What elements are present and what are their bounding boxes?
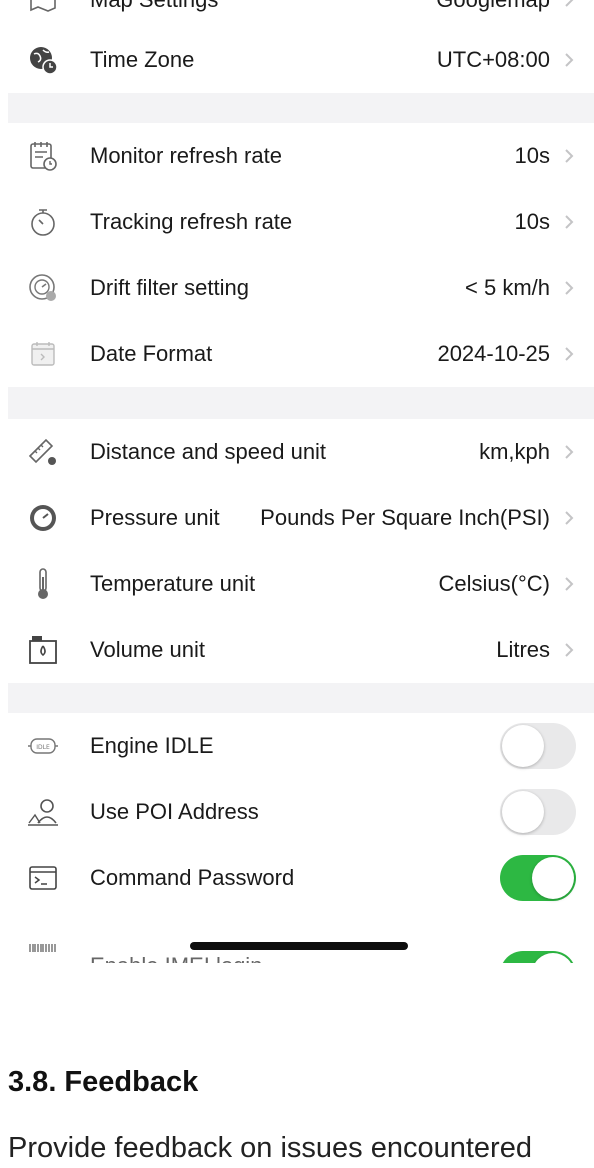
home-indicator (190, 942, 408, 950)
distance-speed-unit-row[interactable]: Distance and speed unit km,kph (8, 419, 594, 485)
toggle-knob (532, 953, 574, 963)
distance-speed-unit-label: Distance and speed unit (90, 439, 327, 464)
svg-text:IDLE: IDLE (36, 744, 50, 751)
monitor-refresh-rate-value: 10s (514, 143, 550, 168)
chevron-right-icon (564, 510, 576, 526)
drift-filter-row[interactable]: Drift filter setting < 5 km/h (8, 255, 594, 321)
map-settings-label: Map Settings (90, 0, 218, 13)
use-poi-address-label: Use POI Address (90, 799, 259, 824)
toggle-knob (532, 857, 574, 899)
map-settings-value: Googlemap (436, 0, 550, 13)
toggle-knob (502, 791, 544, 833)
section-separator (8, 93, 594, 123)
command-password-label: Command Password (90, 865, 295, 890)
barcode-icon (26, 927, 60, 961)
body-paragraph: Provide feedback on issues encountered (8, 1132, 532, 1164)
tracking-refresh-rate-value: 10s (514, 209, 550, 234)
distance-speed-unit-value: km,kph (479, 439, 550, 464)
engine-idle-icon: IDLE (26, 729, 60, 763)
gauge-icon (26, 501, 60, 535)
settings-screenshot: Map Settings Googlemap Time Zone UTC+08:… (8, 0, 594, 963)
command-password-row: Command Password (8, 845, 594, 911)
date-format-value: 2024-10-25 (437, 341, 550, 366)
section-separator (8, 683, 594, 713)
chevron-right-icon (564, 148, 576, 164)
engine-idle-label: Engine IDLE (90, 733, 214, 758)
chevron-right-icon (564, 0, 576, 8)
engine-idle-toggle[interactable] (500, 723, 576, 769)
chevron-right-icon (564, 444, 576, 460)
engine-idle-row: IDLE Engine IDLE (8, 713, 594, 779)
date-format-label: Date Format (90, 341, 213, 366)
time-zone-value: UTC+08:00 (436, 47, 550, 72)
chevron-right-icon (564, 280, 576, 296)
temperature-unit-value: Celsius(°C) (438, 571, 550, 596)
temperature-unit-row[interactable]: Temperature unit Celsius(°C) (8, 551, 594, 617)
monitor-refresh-rate-row[interactable]: Monitor refresh rate 10s (8, 123, 594, 189)
section-separator (8, 387, 594, 419)
chevron-right-icon (564, 576, 576, 592)
map-icon (26, 0, 60, 17)
calendar-clock-icon (26, 139, 60, 173)
thermometer-icon (26, 567, 60, 601)
volume-unit-row[interactable]: Volume unit Litres (8, 617, 594, 683)
tracking-refresh-rate-label: Tracking refresh rate (90, 209, 293, 234)
time-zone-row[interactable]: Time Zone UTC+08:00 (8, 27, 594, 93)
fuel-can-icon (26, 633, 60, 667)
volume-unit-label: Volume unit (90, 637, 205, 662)
section-heading: 3.8. Feedback (8, 1066, 199, 1098)
command-password-toggle[interactable] (500, 855, 576, 901)
ruler-gear-icon (26, 435, 60, 469)
pressure-unit-value: Pounds Per Square Inch(PSI) (260, 505, 550, 530)
terminal-icon (26, 861, 60, 895)
toggle-knob (502, 725, 544, 767)
poi-person-icon (26, 795, 60, 829)
chevron-right-icon (564, 52, 576, 68)
pressure-unit-row[interactable]: Pressure unit Pounds Per Square Inch(PSI… (8, 485, 594, 551)
use-poi-address-toggle[interactable] (500, 789, 576, 835)
volume-unit-value: Litres (496, 637, 550, 662)
drift-filter-icon (26, 271, 60, 305)
use-poi-address-row: Use POI Address (8, 779, 594, 845)
chevron-right-icon (564, 214, 576, 230)
temperature-unit-label: Temperature unit (90, 571, 256, 596)
enable-imei-login-row: Enable IMEI login (8, 911, 594, 963)
globe-clock-icon (26, 43, 60, 77)
monitor-refresh-rate-label: Monitor refresh rate (90, 143, 282, 168)
drift-filter-value: < 5 km/h (465, 275, 550, 300)
pressure-unit-label: Pressure unit (90, 505, 220, 530)
enable-imei-login-toggle[interactable] (500, 951, 576, 963)
tracking-refresh-rate-row[interactable]: Tracking refresh rate 10s (8, 189, 594, 255)
chevron-right-icon (564, 346, 576, 362)
date-format-row[interactable]: Date Format 2024-10-25 (8, 321, 594, 387)
drift-filter-label: Drift filter setting (90, 275, 249, 300)
time-zone-label: Time Zone (90, 47, 195, 72)
calendar-icon (26, 337, 60, 371)
chevron-right-icon (564, 642, 576, 658)
enable-imei-login-label: Enable IMEI login (90, 953, 262, 963)
stopwatch-icon (26, 205, 60, 239)
